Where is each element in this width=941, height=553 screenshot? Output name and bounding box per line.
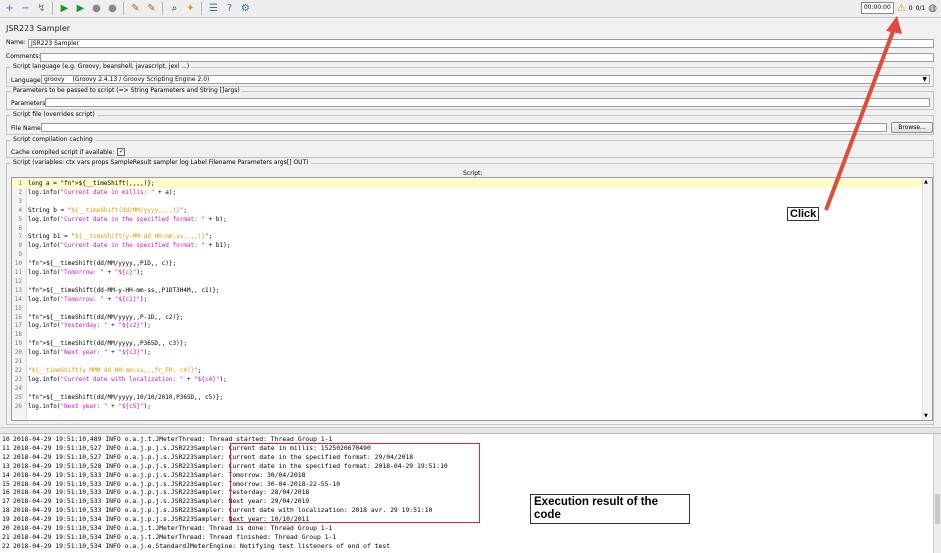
annotation-arrow [824, 16, 902, 211]
arrow-head [886, 16, 902, 34]
click-callout: Click [787, 207, 820, 221]
arrow-shaft [824, 25, 897, 211]
execution-callout: Execution result of the code [530, 494, 690, 524]
